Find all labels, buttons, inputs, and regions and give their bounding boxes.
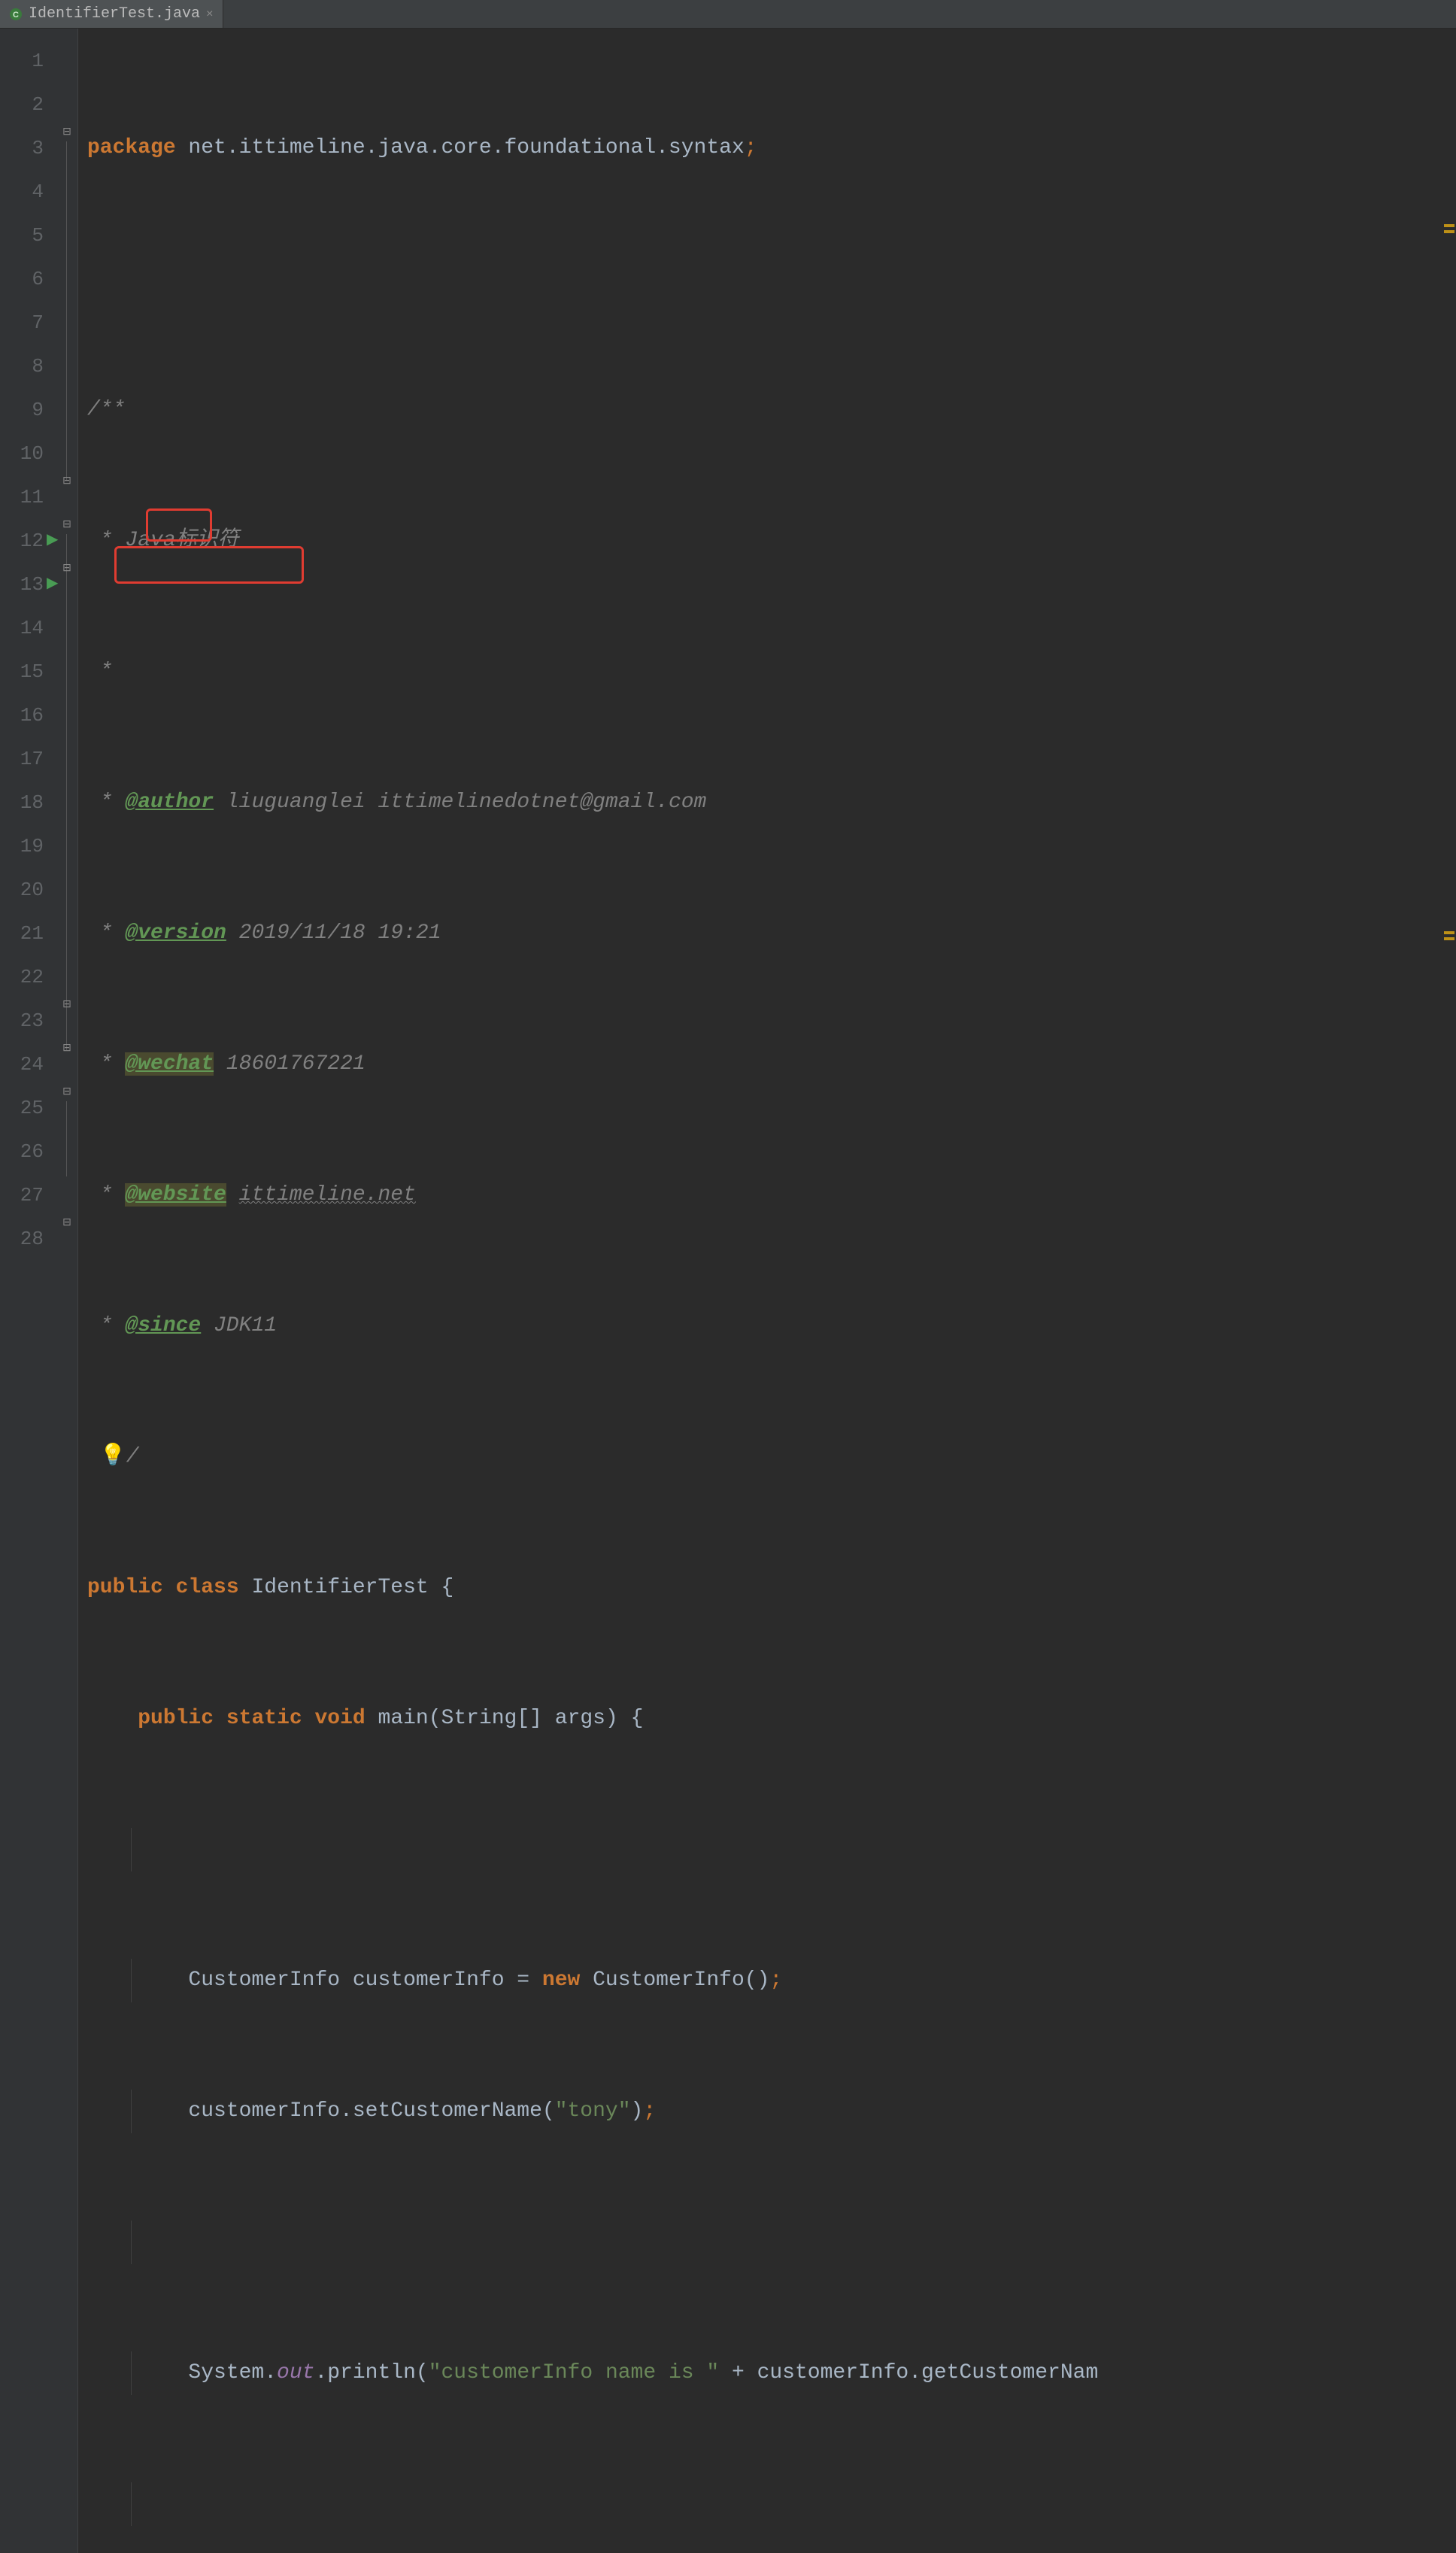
line-number: 14 xyxy=(6,606,44,650)
java-class-icon: C xyxy=(9,8,23,21)
fold-toggle-icon[interactable]: ⊟ xyxy=(62,128,72,138)
line-number: 26 xyxy=(6,1130,44,1173)
close-icon[interactable]: × xyxy=(206,8,214,21)
code-line: * xyxy=(87,650,1456,694)
line-number: 27 xyxy=(6,1173,44,1217)
line-number: 8 xyxy=(6,345,44,388)
fold-toggle-icon[interactable]: ⊟ xyxy=(62,1219,72,1229)
code-line: * @author liuguanglei ittimelinedotnet@g… xyxy=(87,781,1456,824)
fold-toggle-icon[interactable]: ⊟ xyxy=(62,564,72,575)
line-number: 19 xyxy=(6,824,44,868)
code-line: System.out.println("customerInfo name is… xyxy=(87,2351,1456,2395)
warning-marker[interactable] xyxy=(1444,937,1454,940)
file-tab[interactable]: C IdentifierTest.java × xyxy=(0,0,223,28)
fold-end-icon[interactable]: ⊟ xyxy=(62,1044,72,1055)
line-number-gutter: 1 2 3 4 5 6 7 8 9 10 11 12▶ 13▶ 14 15 16… xyxy=(0,29,59,2553)
line-number: 16 xyxy=(6,694,44,737)
code-line: CustomerInfo customerInfo = new Customer… xyxy=(87,1959,1456,2002)
line-number: 3 xyxy=(6,126,44,170)
line-number: 2 xyxy=(6,83,44,126)
code-line: package net.ittimeline.java.core.foundat… xyxy=(87,126,1456,170)
fold-gutter: ⊟ ⊟ ⊟ ⊟ ⊟ ⊟ ⊟ ⊟ xyxy=(59,29,78,2553)
fold-toggle-icon[interactable]: ⊟ xyxy=(62,521,72,531)
code-line: * @wechat 18601767221 xyxy=(87,1043,1456,1086)
line-number: 12▶ xyxy=(6,519,44,563)
line-number: 15 xyxy=(6,650,44,694)
line-number: 22 xyxy=(6,955,44,999)
svg-text:C: C xyxy=(13,11,19,20)
code-line: 💡/ xyxy=(87,1435,1456,1479)
line-number: 25 xyxy=(6,1086,44,1130)
line-number: 24 xyxy=(6,1043,44,1086)
editor: 1 2 3 4 5 6 7 8 9 10 11 12▶ 13▶ 14 15 16… xyxy=(0,29,1456,2553)
code-line xyxy=(87,2221,1456,2264)
line-number: 1 xyxy=(6,39,44,83)
code-line: public class IdentifierTest { xyxy=(87,1566,1456,1610)
warning-marker[interactable] xyxy=(1444,224,1454,227)
line-number: 20 xyxy=(6,868,44,912)
line-number: 10 xyxy=(6,432,44,475)
line-number: 18 xyxy=(6,781,44,824)
run-gutter-icon[interactable]: ▶ xyxy=(47,519,58,563)
line-number: 4 xyxy=(6,170,44,214)
tab-bar: C IdentifierTest.java × xyxy=(0,0,1456,29)
line-number: 28 xyxy=(6,1217,44,1261)
line-number: 11 xyxy=(6,475,44,519)
warning-marker[interactable] xyxy=(1444,230,1454,233)
code-line: * @version 2019/11/18 19:21 xyxy=(87,912,1456,955)
tab-filename: IdentifierTest.java xyxy=(29,5,200,23)
code-line: public static void main(String[] args) { xyxy=(87,1697,1456,1741)
code-line: * Java标识符 xyxy=(87,519,1456,563)
line-number: 23 xyxy=(6,999,44,1043)
warning-marker[interactable] xyxy=(1444,931,1454,934)
fold-toggle-icon[interactable]: ⊟ xyxy=(62,477,72,487)
line-number: 7 xyxy=(6,301,44,345)
line-number: 13▶ xyxy=(6,563,44,606)
line-number: 5 xyxy=(6,214,44,257)
code-line xyxy=(87,2482,1456,2526)
code-line: /** xyxy=(87,388,1456,432)
line-number: 6 xyxy=(6,257,44,301)
line-number: 9 xyxy=(6,388,44,432)
code-line xyxy=(87,257,1456,301)
fold-end-icon[interactable]: ⊟ xyxy=(62,1000,72,1011)
intention-bulb-icon[interactable]: 💡 xyxy=(100,1445,126,1468)
code-line: * @website ittimeline.net xyxy=(87,1173,1456,1217)
line-number: 21 xyxy=(6,912,44,955)
code-line xyxy=(87,1828,1456,1871)
code-line: * @since JDK11 xyxy=(87,1304,1456,1348)
run-gutter-icon[interactable]: ▶ xyxy=(47,563,58,606)
line-number: 17 xyxy=(6,737,44,781)
code-area[interactable]: package net.ittimeline.java.core.foundat… xyxy=(78,29,1456,2553)
fold-toggle-icon[interactable]: ⊟ xyxy=(62,1088,72,1098)
code-line: customerInfo.setCustomerName("tony"); xyxy=(87,2090,1456,2133)
